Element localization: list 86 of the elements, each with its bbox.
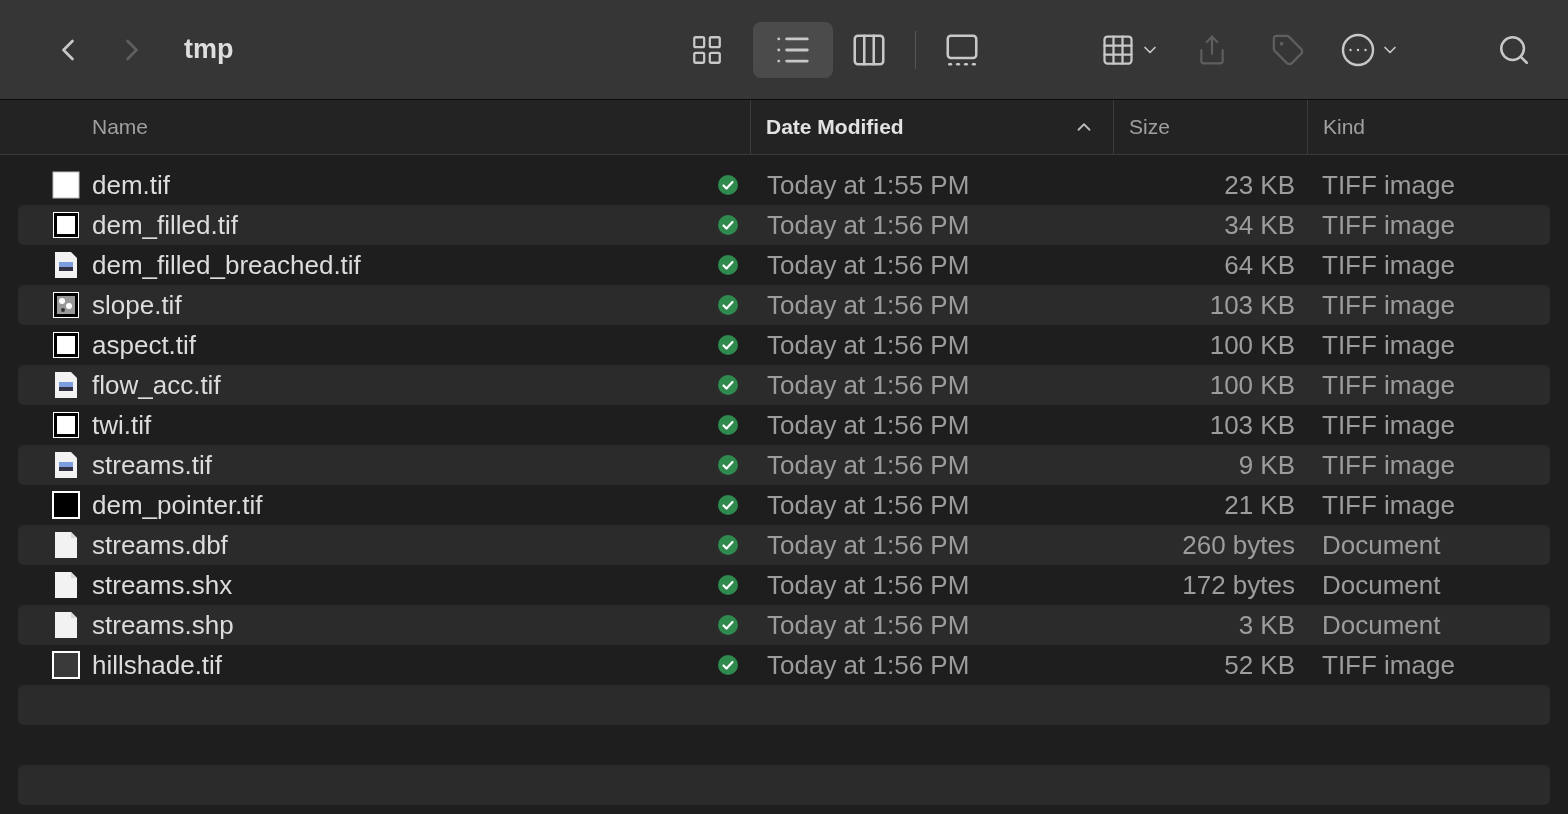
- file-name: dem_filled_breached.tif: [92, 249, 362, 281]
- shaded-image-thumbnail-icon: [52, 651, 80, 679]
- more-icon: [1340, 31, 1376, 68]
- file-size: 21 KB: [1223, 489, 1295, 521]
- speckled-image-thumbnail-icon: [52, 291, 80, 319]
- file-name: streams.shx: [92, 569, 234, 601]
- file-row[interactable]: aspect.tif Today at 1:56 PM 100 KB TIFF image: [18, 325, 1550, 365]
- file-row[interactable]: streams.tif Today at 1:56 PM 9 KB TIFF image: [18, 445, 1550, 485]
- file-size: 64 KB: [1223, 249, 1295, 281]
- file-row[interactable]: dem_pointer.tif Today at 1:56 PM 21 KB TIFF image: [18, 485, 1550, 525]
- file-row[interactable]: streams.shp Today at 1:56 PM 3 KB Document: [18, 605, 1550, 645]
- date-modified: Today at 1:56 PM: [767, 609, 971, 641]
- file-kind: TIFF image: [1322, 489, 1456, 521]
- date-modified: Today at 1:56 PM: [767, 209, 971, 241]
- filled-image-thumbnail-icon: [52, 491, 80, 519]
- tag-icon: [1271, 32, 1305, 67]
- file-name: twi.tif: [92, 409, 153, 441]
- file-row[interactable]: dem_filled_breached.tif Today at 1:56 PM 64 KB TIFF image: [18, 245, 1550, 285]
- file-row[interactable]: slope.tif Today at 1:56 PM 103 KB TIFF image: [18, 285, 1550, 325]
- file-size: 103 KB: [1208, 289, 1295, 321]
- file-kind: TIFF image: [1322, 329, 1456, 361]
- image-file-icon: [52, 451, 80, 479]
- file-size: 100 KB: [1208, 329, 1295, 361]
- date-modified: Today at 1:56 PM: [767, 449, 971, 481]
- list-view-button[interactable]: [753, 21, 833, 78]
- window-title: tmp: [184, 34, 234, 65]
- date-modified: Today at 1:56 PM: [767, 329, 971, 361]
- file-name: hillshade.tif: [92, 649, 224, 681]
- document-icon: [52, 571, 80, 599]
- file-size: 103 KB: [1208, 409, 1295, 441]
- file-size: 3 KB: [1237, 609, 1295, 641]
- file-kind: TIFF image: [1322, 409, 1456, 441]
- file-kind: Document: [1322, 569, 1442, 601]
- file-kind: TIFF image: [1322, 289, 1456, 321]
- file-row[interactable]: dem_filled.tif Today at 1:56 PM 34 KB TIFF image: [18, 205, 1550, 245]
- date-modified: Today at 1:56 PM: [767, 409, 971, 441]
- column-header[interactable]: Date Modified: [766, 115, 1073, 139]
- file-size: 23 KB: [1223, 169, 1295, 201]
- date-modified: Today at 1:56 PM: [767, 489, 971, 521]
- file-kind: TIFF image: [1322, 209, 1456, 241]
- file-name: aspect.tif: [92, 329, 198, 361]
- file-row[interactable]: streams.shx Today at 1:56 PM 172 bytes Document: [18, 565, 1550, 605]
- date-modified: Today at 1:56 PM: [767, 569, 971, 601]
- file-kind: TIFF image: [1322, 649, 1456, 681]
- file-name: streams.tif: [92, 449, 213, 481]
- date-modified: Today at 1:56 PM: [767, 249, 971, 281]
- blank-image-thumbnail-icon: [52, 171, 80, 199]
- date-modified: Today at 1:56 PM: [767, 369, 971, 401]
- date-modified: Today at 1:55 PM: [767, 169, 971, 201]
- file-kind: TIFF image: [1322, 169, 1456, 201]
- image-file-icon: [52, 371, 80, 399]
- file-name: dem_pointer.tif: [92, 489, 264, 521]
- file-name: streams.dbf: [92, 529, 229, 561]
- file-size: 260 bytes: [1181, 529, 1295, 561]
- file-row[interactable]: hillshade.tif Today at 1:56 PM 52 KB TIFF image: [18, 645, 1550, 685]
- date-modified: Today at 1:56 PM: [767, 649, 971, 681]
- file-kind: TIFF image: [1322, 369, 1456, 401]
- image-file-icon: [52, 251, 80, 279]
- column-header[interactable]: Kind: [1323, 115, 1550, 139]
- framed-image-thumbnail-icon: [52, 211, 80, 239]
- file-row[interactable]: twi.tif Today at 1:56 PM 103 KB TIFF image: [18, 405, 1550, 445]
- file-size: 100 KB: [1208, 369, 1295, 401]
- file-name: streams.shp: [92, 609, 235, 641]
- file-kind: Document: [1322, 529, 1442, 561]
- file-kind: TIFF image: [1322, 449, 1456, 481]
- file-size: 52 KB: [1223, 649, 1295, 681]
- file-kind: Document: [1322, 609, 1442, 641]
- file-size: 34 KB: [1223, 209, 1295, 241]
- file-row[interactable]: streams.dbf Today at 1:56 PM 260 bytes Document: [18, 525, 1550, 565]
- column-header[interactable]: Name: [92, 115, 732, 139]
- file-name: slope.tif: [92, 289, 183, 321]
- document-icon: [52, 531, 80, 559]
- date-modified: Today at 1:56 PM: [767, 529, 971, 561]
- column-header[interactable]: Size: [1129, 115, 1289, 139]
- date-modified: Today at 1:56 PM: [767, 289, 971, 321]
- file-size: 9 KB: [1237, 449, 1295, 481]
- file-row[interactable]: dem.tif Today at 1:55 PM 23 KB TIFF image: [18, 165, 1550, 205]
- document-icon: [52, 611, 80, 639]
- framed-image-thumbnail-icon: [52, 411, 80, 439]
- file-name: dem_filled.tif: [92, 209, 239, 241]
- file-row[interactable]: flow_acc.tif Today at 1:56 PM 100 KB TIFF image: [18, 365, 1550, 405]
- file-size: 172 bytes: [1181, 569, 1295, 601]
- framed-image-thumbnail-icon: [52, 331, 80, 359]
- file-name: dem.tif: [92, 169, 172, 201]
- file-name: flow_acc.tif: [92, 369, 222, 401]
- file-kind: TIFF image: [1322, 249, 1456, 281]
